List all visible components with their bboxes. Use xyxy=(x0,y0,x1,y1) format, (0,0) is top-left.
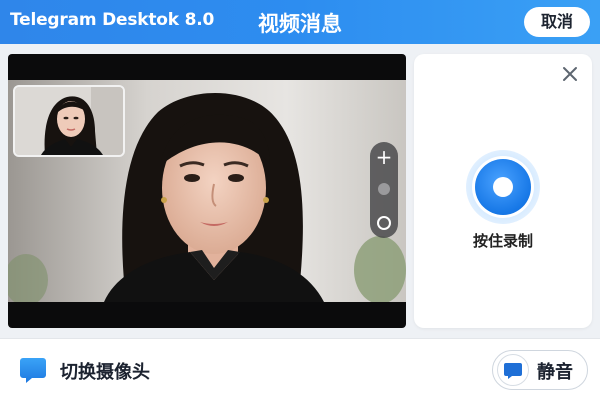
camera-thumbnail[interactable] xyxy=(13,85,125,157)
mute-button[interactable]: 静音 xyxy=(492,350,588,390)
title-bar: Telegram Desktok 8.0 视频消息 取消 xyxy=(0,0,600,44)
zoom-slider[interactable]: + xyxy=(370,142,398,238)
app-title: Telegram Desktok 8.0 xyxy=(10,10,215,30)
mute-label: 静音 xyxy=(537,362,573,383)
mute-icon xyxy=(497,354,529,386)
switch-camera-label: 切换摄像头 xyxy=(60,362,150,383)
record-panel: 按住录制 xyxy=(414,54,592,328)
record-dot xyxy=(493,177,513,197)
record-button-ring xyxy=(472,156,534,218)
plus-icon[interactable]: + xyxy=(370,146,398,168)
bottom-toolbar: 切换摄像头 静音 xyxy=(0,338,600,400)
record-icon xyxy=(475,159,531,215)
hold-to-record-label: 按住录制 xyxy=(472,232,533,250)
camera-thumbnail-image xyxy=(15,87,123,155)
circle-icon[interactable] xyxy=(377,216,391,230)
cancel-button[interactable]: 取消 xyxy=(524,7,590,37)
chat-bubble-icon xyxy=(504,363,522,379)
video-preview-panel: + xyxy=(8,54,406,328)
close-icon[interactable] xyxy=(560,64,580,84)
chat-bubble-icon xyxy=(20,358,46,383)
record-button[interactable] xyxy=(466,150,540,224)
zoom-slider-thumb[interactable] xyxy=(378,183,390,195)
